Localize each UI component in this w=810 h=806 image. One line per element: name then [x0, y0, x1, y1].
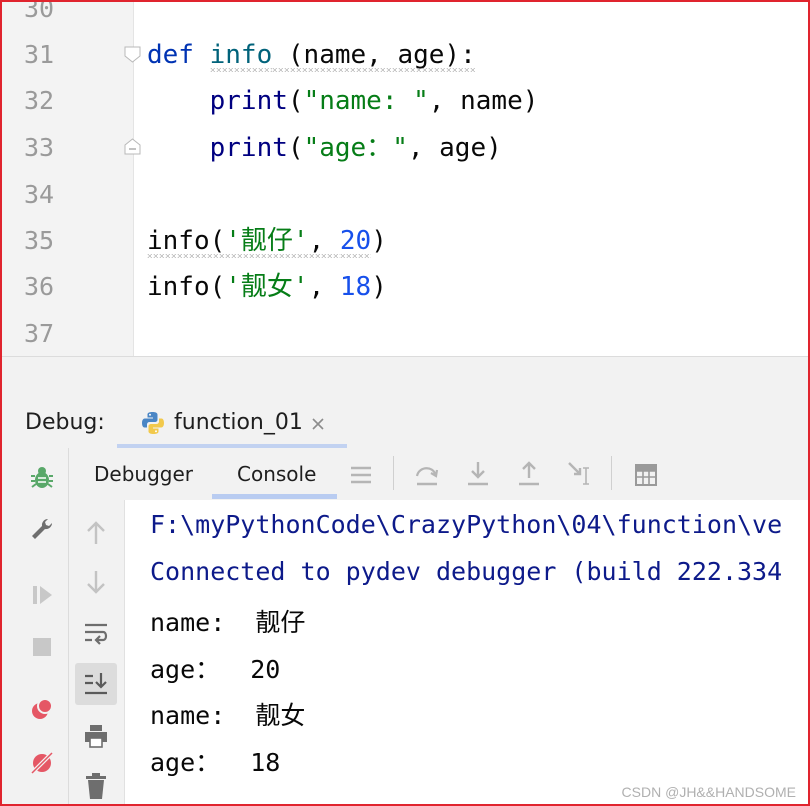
code-editor[interactable]: 30 31 32 33 34 35 36 37 def info (name, … [0, 0, 810, 356]
step-over-icon[interactable] [414, 462, 440, 488]
debug-title: Debug: [25, 410, 105, 435]
line-number: 34 [24, 180, 55, 209]
code-line-32[interactable]: print("name: ", name) [147, 86, 539, 116]
code-line-36[interactable]: info('靓女', 18) [147, 272, 387, 302]
scroll-to-end-icon [85, 673, 107, 695]
code-token: info( [147, 272, 226, 302]
console-tab-underline [212, 494, 337, 499]
code-token: "age： [303, 133, 393, 163]
code-token: ) [371, 226, 387, 256]
code-token: def [147, 40, 194, 70]
code-token: , [308, 226, 340, 256]
console-line: name: 靓女 [150, 701, 306, 730]
code-token: " [392, 133, 408, 163]
close-icon[interactable] [311, 417, 325, 431]
code-token: print [209, 86, 288, 116]
bug-icon[interactable] [29, 465, 55, 491]
line-number: 36 [24, 272, 55, 301]
console-line: name: 靓仔 [150, 608, 306, 637]
debug-left-toolbar [0, 448, 69, 806]
console-output[interactable]: F:\myPythonCode\CrazyPython\04\function\… [125, 500, 810, 806]
line-number: 35 [24, 226, 55, 255]
code-line-33[interactable]: print("age：", age) [147, 133, 502, 163]
console-line: Connected to pydev debugger (build 222.3… [150, 557, 783, 586]
console-line: age： 20 [150, 655, 281, 684]
python-icon [142, 412, 164, 434]
console-left-toolbar [69, 500, 125, 806]
tab-debugger[interactable]: Debugger [94, 462, 193, 486]
code-token: info( [147, 226, 226, 256]
code-token: "name: " [303, 86, 429, 116]
tool-window-splitter[interactable] [0, 356, 810, 402]
code-token: , name) [428, 86, 539, 116]
toolbar-divider [611, 456, 612, 490]
line-number: 31 [24, 40, 55, 69]
line-number: 32 [24, 86, 55, 115]
trash-icon[interactable] [84, 772, 108, 800]
step-into-icon[interactable] [465, 460, 491, 488]
toolbar-divider [393, 456, 394, 490]
code-token: , [308, 272, 340, 302]
code-line-31[interactable]: def info (name, age): [147, 40, 476, 70]
stop-icon[interactable] [29, 634, 55, 660]
up-arrow-icon[interactable] [84, 520, 108, 546]
code-token: 18 [339, 272, 372, 302]
scroll-to-end-toggle[interactable] [75, 663, 117, 705]
tab-label: function_01 [174, 410, 303, 435]
debug-tool-window-header: Debug: function_01 [0, 400, 810, 448]
resume-icon[interactable] [29, 582, 55, 608]
console-line: age： 18 [150, 748, 281, 777]
code-token: ( [287, 133, 304, 163]
code-token: ) [371, 272, 387, 302]
code-line-35[interactable]: info('靓仔', 20) [147, 226, 387, 256]
print-icon[interactable] [83, 723, 109, 749]
code-token: (name, age): [272, 40, 476, 70]
fold-start-icon[interactable] [124, 46, 141, 63]
line-number: 33 [24, 133, 55, 162]
mute-breakpoints-icon[interactable] [29, 750, 55, 776]
watermark: CSDN @JH&&HANDSOME [621, 784, 796, 800]
line-number: 30 [24, 0, 55, 23]
tab-console[interactable]: Console [237, 462, 316, 486]
code-token: , age) [407, 133, 502, 163]
wrench-icon[interactable] [29, 516, 55, 542]
fold-end-icon[interactable] [124, 138, 141, 155]
line-number: 37 [24, 319, 55, 348]
step-out-icon[interactable] [516, 460, 542, 488]
evaluate-grid-icon[interactable] [634, 463, 658, 487]
code-token: print [209, 133, 288, 163]
code-token: ( [287, 86, 304, 116]
code-token: 20 [339, 226, 372, 256]
menu-icon[interactable] [349, 464, 373, 486]
console-line: F:\myPythonCode\CrazyPython\04\function\… [150, 510, 783, 539]
line-number-gutter: 30 31 32 33 34 35 36 37 [0, 0, 134, 356]
breakpoints-icon[interactable] [29, 696, 55, 722]
debugger-subtabs-bar: Debugger Console [69, 448, 810, 501]
code-token: '靓仔' [225, 226, 309, 256]
run-to-cursor-icon[interactable] [566, 460, 596, 488]
tab-function-01[interactable]: function_01 [117, 400, 347, 448]
soft-wrap-icon[interactable] [83, 621, 109, 647]
down-arrow-icon[interactable] [84, 569, 108, 595]
code-token: '靓女' [225, 272, 309, 302]
code-token: info [209, 40, 273, 70]
